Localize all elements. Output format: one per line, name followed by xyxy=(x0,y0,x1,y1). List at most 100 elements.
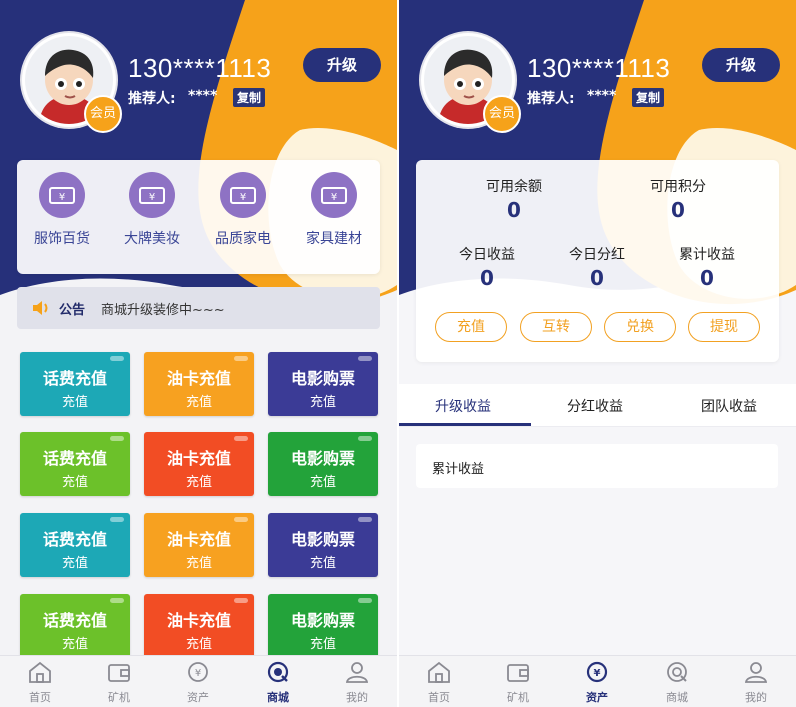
earnings-card: 累计收益 xyxy=(416,444,778,488)
tab-label: 我的 xyxy=(346,691,368,704)
tile-title: 油卡充值 xyxy=(166,530,231,549)
tile-phone-recharge[interactable]: 话费充值 充值 xyxy=(20,432,130,496)
tab-label: 商城 xyxy=(666,691,688,704)
tile-movie-ticket[interactable]: 电影购票 充值 xyxy=(268,513,378,577)
tile-fuel-recharge[interactable]: 油卡充值 充值 xyxy=(144,352,254,416)
category-label: 大牌美妆 xyxy=(124,231,180,247)
tab-team-earnings[interactable]: 团队收益 xyxy=(701,396,757,416)
tile-fuel-recharge[interactable]: 油卡充值 充值 xyxy=(144,594,254,658)
tile-sub: 充值 xyxy=(309,556,336,571)
referrer-label: 推荐人: xyxy=(128,91,176,107)
tile-fuel-recharge[interactable]: 油卡充值 充值 xyxy=(144,432,254,496)
tile-title: 话费充值 xyxy=(42,369,107,388)
category-item-appliances[interactable]: ¥ 品质家电 xyxy=(198,172,288,248)
referrer-value: **** xyxy=(587,88,617,104)
tile-sub: 充值 xyxy=(309,637,336,652)
copy-button[interactable]: 复制 xyxy=(233,88,266,107)
tab-miner[interactable]: 矿机 xyxy=(89,660,149,705)
tab-label: 商城 xyxy=(267,691,289,704)
tab-mall[interactable]: 商城 xyxy=(647,660,707,705)
recharge-button[interactable]: 充值 xyxy=(435,312,507,342)
available-balance: 可用余额 0 xyxy=(464,176,564,222)
tab-label: 我的 xyxy=(745,691,767,704)
wallet-icon xyxy=(108,664,130,682)
copy-button[interactable]: 复制 xyxy=(632,88,665,107)
tab-miner[interactable]: 矿机 xyxy=(488,660,548,705)
tab-home[interactable]: 首页 xyxy=(409,660,469,705)
coupon-icon: ¥ xyxy=(39,172,85,218)
tab-mall[interactable]: 商城 xyxy=(248,660,308,705)
category-label: 家具建材 xyxy=(306,231,362,247)
tile-movie-ticket[interactable]: 电影购票 充值 xyxy=(268,594,378,658)
category-item-clothing[interactable]: ¥ 服饰百货 xyxy=(17,172,107,248)
transfer-button[interactable]: 互转 xyxy=(520,312,592,342)
tile-phone-recharge[interactable]: 话费充值 充值 xyxy=(20,594,130,658)
bottom-tab-bar: 首页 矿机 ¥ 资产 商城 我的 xyxy=(0,655,397,707)
tab-upgrade-earnings[interactable]: 升级收益 xyxy=(435,396,491,416)
upgrade-button[interactable]: 升级 xyxy=(303,48,381,82)
asset-icon: ¥ xyxy=(188,662,208,682)
tile-sub: 充值 xyxy=(185,395,212,410)
stat-value: 0 xyxy=(480,266,494,290)
tile-sub: 充值 xyxy=(61,637,88,652)
tab-assets[interactable]: ¥ 资产 xyxy=(567,660,627,705)
available-points: 可用积分 0 xyxy=(628,176,728,222)
upgrade-button[interactable]: 升级 xyxy=(702,48,780,82)
tab-me[interactable]: 我的 xyxy=(327,660,387,705)
bottom-tab-bar: 首页 矿机 ¥ 资产 商城 我的 xyxy=(399,655,796,707)
svg-text:¥: ¥ xyxy=(594,668,601,679)
tile-movie-ticket[interactable]: 电影购票 充值 xyxy=(268,432,378,496)
user-phone: 130****1113 xyxy=(527,53,671,83)
coupon-icon: ¥ xyxy=(129,172,175,218)
tile-title: 油卡充值 xyxy=(166,369,231,388)
home-icon xyxy=(29,661,51,683)
mall-screen: 会员 130****1113 推荐人: **** 复制 升级 ¥ 服饰百货 ¥ … xyxy=(0,0,397,707)
tab-home[interactable]: 首页 xyxy=(10,660,70,705)
tile-title: 油卡充值 xyxy=(166,611,231,630)
tab-assets[interactable]: ¥ 资产 xyxy=(168,660,228,705)
tile-title: 电影购票 xyxy=(290,369,355,388)
tile-sub: 充值 xyxy=(185,637,212,652)
tile-sub: 充值 xyxy=(61,395,88,410)
today-dividend: 今日分红 0 xyxy=(547,244,647,290)
tile-phone-recharge[interactable]: 话费充值 充值 xyxy=(20,352,130,416)
tile-title: 电影购票 xyxy=(290,530,355,549)
wallet-icon xyxy=(507,664,529,682)
tab-label: 首页 xyxy=(428,691,450,704)
tile-sub: 充值 xyxy=(309,475,336,490)
tile-movie-ticket[interactable]: 电影购票 充值 xyxy=(268,352,378,416)
withdraw-button[interactable]: 提现 xyxy=(688,312,760,342)
home-icon xyxy=(428,661,450,683)
stat-label: 今日分红 xyxy=(569,247,625,263)
category-item-furniture[interactable]: ¥ 家具建材 xyxy=(289,172,379,248)
tile-title: 话费充值 xyxy=(42,611,107,630)
stat-value: 0 xyxy=(590,266,604,290)
balance-panel: 可用余额 0 可用积分 0 今日收益 0 今日分红 0 累计收益 0 充值 互转… xyxy=(416,160,779,362)
notice-title: 公告 xyxy=(59,303,86,318)
category-label: 品质家电 xyxy=(215,231,271,247)
member-badge: 会员 xyxy=(483,95,521,133)
stat-label: 累计收益 xyxy=(679,247,735,263)
stat-value: 0 xyxy=(671,198,685,222)
tile-fuel-recharge[interactable]: 油卡充值 充值 xyxy=(144,513,254,577)
tab-label: 资产 xyxy=(586,691,608,704)
tab-me[interactable]: 我的 xyxy=(726,660,786,705)
user-phone: 130****1113 xyxy=(128,53,272,83)
tile-phone-recharge[interactable]: 话费充值 充值 xyxy=(20,513,130,577)
tab-dividend-earnings[interactable]: 分红收益 xyxy=(567,396,623,416)
stat-value: 0 xyxy=(700,266,714,290)
tile-title: 电影购票 xyxy=(290,449,355,468)
mall-icon xyxy=(267,661,289,683)
assets-screen: 会员 130****1113 推荐人: **** 复制 升级 可用余额 0 可用… xyxy=(399,0,796,707)
coupon-icon: ¥ xyxy=(311,172,357,218)
tile-sub: 充值 xyxy=(185,475,212,490)
svg-text:¥: ¥ xyxy=(149,192,155,203)
notice-bar[interactable]: 公告 商城升级装修中~~~ xyxy=(17,287,380,329)
speaker-icon xyxy=(33,301,48,315)
asset-icon: ¥ xyxy=(586,661,608,683)
user-icon xyxy=(744,662,768,683)
stat-label: 可用积分 xyxy=(650,179,706,195)
tab-label: 矿机 xyxy=(507,691,529,704)
exchange-button[interactable]: 兑换 xyxy=(604,312,676,342)
category-item-cosmetics[interactable]: ¥ 大牌美妆 xyxy=(107,172,197,248)
